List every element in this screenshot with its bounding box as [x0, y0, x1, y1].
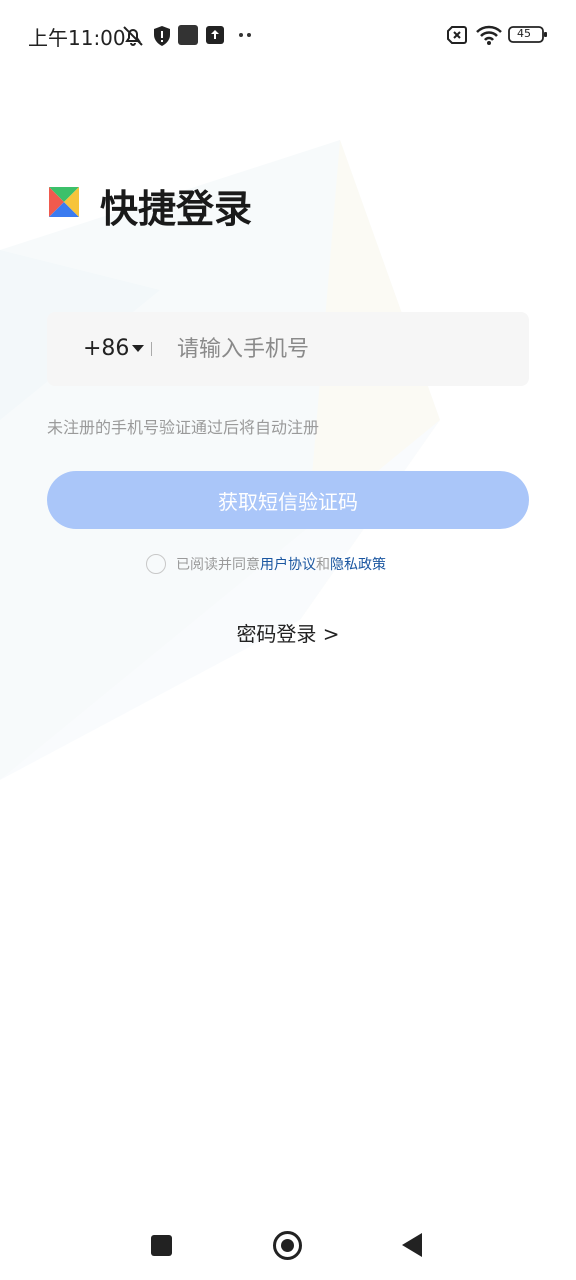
- sim-x-icon: [447, 26, 467, 44]
- user-agreement-link[interactable]: 用户协议: [260, 554, 316, 574]
- back-icon[interactable]: [402, 1233, 422, 1257]
- more-dots-icon: [239, 33, 251, 37]
- home-icon[interactable]: [273, 1231, 302, 1260]
- agreement-row: 已阅读并同意 用户协议 和 隐私政策: [146, 552, 386, 576]
- upload-notification-icon: [206, 26, 224, 44]
- agree-checkbox[interactable]: [146, 554, 166, 574]
- get-sms-code-button[interactable]: 获取短信验证码: [47, 471, 529, 529]
- wifi-icon: [476, 25, 502, 45]
- battery-level: 45: [517, 27, 531, 40]
- phone-input-box: +86: [47, 312, 529, 386]
- navigation-bar: [0, 1210, 576, 1280]
- password-login-link[interactable]: 密码登录 >: [0, 618, 576, 647]
- divider: [151, 342, 152, 356]
- mute-bell-icon: [123, 26, 143, 46]
- app-logo-icon: [49, 187, 79, 217]
- phone-input[interactable]: [177, 324, 507, 374]
- privacy-policy-link[interactable]: 隐私政策: [330, 554, 386, 574]
- shield-alert-icon: [154, 26, 170, 46]
- country-code-selector[interactable]: +86: [83, 336, 129, 361]
- agree-and-text: 和: [316, 557, 330, 573]
- register-hint: 未注册的手机号验证通过后将自动注册: [47, 418, 320, 437]
- login-screen: 快捷登录 +86 未注册的手机号验证通过后将自动注册 获取短信验证码 已阅读并同…: [0, 0, 576, 1280]
- page-title: 快捷登录: [100, 187, 253, 231]
- status-bar: 上午11:00 45: [0, 0, 576, 72]
- chevron-down-icon[interactable]: [132, 345, 144, 352]
- agree-prefix-text: 已阅读并同意: [176, 557, 260, 573]
- square-notification-icon: [178, 25, 198, 45]
- recent-apps-icon[interactable]: [151, 1235, 172, 1256]
- status-time: 上午11:00: [28, 26, 126, 50]
